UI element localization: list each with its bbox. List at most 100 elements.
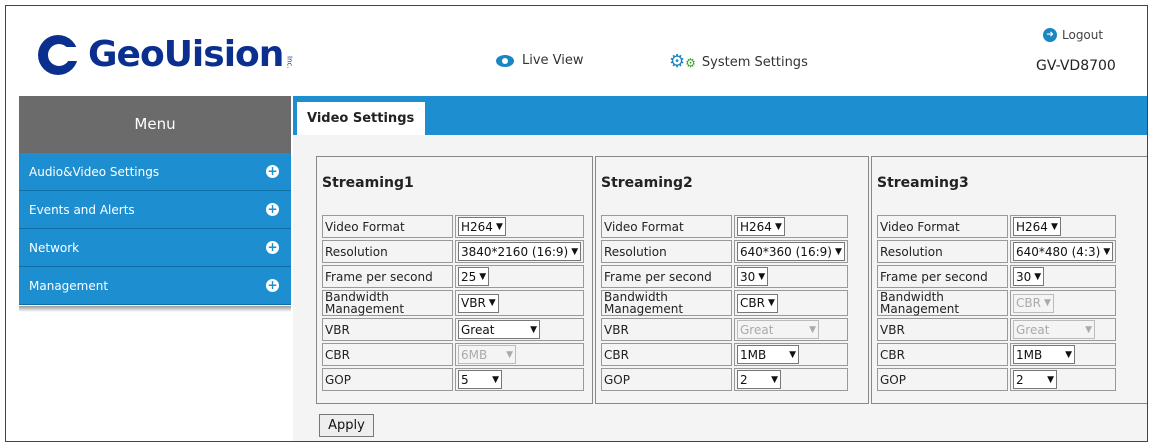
video-format-select[interactable]: H264 ▼ [737, 217, 785, 236]
resolution-label: Resolution [322, 240, 453, 263]
chevron-down-icon: ▼ [1103, 246, 1111, 257]
fps-label: Frame per second [877, 265, 1008, 288]
gop-label: GOP [877, 368, 1008, 391]
sidebar-item-audio-video[interactable]: Audio&Video Settings + [19, 153, 291, 191]
stream-settings-table: Video Format H264 ▼ Resolution 3840*2160 … [320, 213, 586, 393]
live-view-label: Live View [522, 53, 584, 68]
menu-header: Menu [19, 96, 291, 153]
chevron-down-icon: ▼ [1085, 324, 1092, 335]
device-name: GV-VD8700 [1036, 58, 1116, 74]
stream-title: Streaming2 [601, 175, 693, 191]
browser-frame: GeoUision Inc. Live View ⚙⚙ System Setti… [5, 5, 1148, 442]
bandwidth-label: Bandwidth Management [877, 290, 1008, 316]
chevron-down-icon: ▼ [492, 374, 499, 385]
chevron-down-icon: ▼ [758, 271, 766, 282]
sidebar-item-network[interactable]: Network + [19, 229, 291, 267]
cbr-select: 6MB ▼ [458, 345, 516, 364]
system-settings-link[interactable]: ⚙⚙ System Settings [669, 53, 808, 71]
eye-icon [496, 54, 514, 67]
gop-select[interactable]: 2 ▼ [1013, 370, 1057, 389]
gop-label: GOP [322, 368, 453, 391]
resolution-select[interactable]: 640*360 (16:9) ▼ [737, 242, 845, 261]
bandwidth-label: Bandwidth Management [322, 290, 453, 316]
system-settings-label: System Settings [701, 54, 808, 70]
logout-link[interactable]: ➜ Logout [1043, 28, 1103, 42]
stream-title: Streaming3 [877, 175, 969, 191]
tab-video-settings[interactable]: Video Settings [297, 102, 425, 135]
fps-select[interactable]: 30 ▼ [1013, 267, 1045, 286]
brand-name: GeoUision [88, 34, 284, 75]
sidebar-item-events-alerts[interactable]: Events and Alerts + [19, 191, 291, 229]
resolution-select[interactable]: 640*480 (4:3) ▼ [1013, 242, 1114, 261]
bandwidth-select[interactable]: VBR ▼ [458, 293, 499, 313]
cbr-label: CBR [322, 343, 453, 366]
cbr-select[interactable]: 1MB ▼ [737, 345, 799, 364]
resolution-label: Resolution [877, 240, 1008, 263]
chevron-down-icon: ▼ [495, 221, 503, 232]
video-format-label: Video Format [601, 215, 732, 238]
streaming2-panel: Streaming2 Video Format H264 ▼ Resolution… [595, 156, 869, 404]
expand-plus-icon: + [266, 278, 279, 292]
bandwidth-select[interactable]: CBR ▼ [737, 293, 778, 313]
expand-plus-icon: + [266, 164, 279, 178]
vbr-select: Great ▼ [737, 320, 819, 339]
live-view-link[interactable]: Live View [496, 53, 584, 68]
sidebar-item-management[interactable]: Management + [19, 267, 291, 305]
resolution-select[interactable]: 3840*2160 (16:9) ▼ [458, 242, 582, 261]
chevron-down-icon: ▼ [789, 349, 796, 360]
apply-button[interactable]: Apply [319, 414, 374, 437]
sidebar-item-label: Management [29, 279, 109, 293]
stream-title: Streaming1 [322, 175, 414, 191]
gop-select[interactable]: 2 ▼ [737, 370, 781, 389]
video-format-select[interactable]: H264 ▼ [458, 217, 506, 236]
chevron-down-icon: ▼ [571, 246, 579, 257]
sidebar-shadow [19, 306, 291, 312]
chevron-down-icon: ▼ [1050, 221, 1058, 232]
gop-label: GOP [601, 368, 732, 391]
video-format-select[interactable]: H264 ▼ [1013, 217, 1061, 236]
vbr-select[interactable]: Great ▼ [458, 320, 540, 339]
sidebar-item-label: Network [29, 241, 80, 255]
chevron-down-icon: ▼ [479, 271, 487, 282]
cbr-label: CBR [877, 343, 1008, 366]
chevron-down-icon: ▼ [809, 324, 816, 335]
chevron-down-icon: ▼ [1065, 349, 1072, 360]
geovision-logo: GeoUision Inc. [38, 30, 293, 80]
streaming3-panel: Streaming3 Video Format H264 ▼ Resolution… [871, 156, 1147, 404]
streaming1-panel: Streaming1 Video Format H264 ▼ Resolution… [316, 156, 593, 404]
stream-settings-table: Video Format H264 ▼ Resolution 640*480 (4… [875, 213, 1118, 393]
logout-icon: ➜ [1043, 28, 1057, 42]
gop-select[interactable]: 5 ▼ [458, 370, 502, 389]
chevron-down-icon: ▼ [771, 374, 778, 385]
logo-mark-icon [38, 35, 80, 75]
cbr-select[interactable]: 1MB ▼ [1013, 345, 1075, 364]
video-format-label: Video Format [322, 215, 453, 238]
vbr-select: Great ▼ [1013, 320, 1095, 339]
gear-icon: ⚙⚙ [669, 51, 696, 72]
sidebar-item-label: Events and Alerts [29, 203, 135, 217]
sidebar-item-label: Audio&Video Settings [29, 165, 160, 179]
chevron-down-icon: ▼ [774, 221, 782, 232]
chevron-down-icon: ▼ [506, 349, 513, 360]
chevron-down-icon: ▼ [1034, 271, 1042, 282]
resolution-label: Resolution [601, 240, 732, 263]
expand-plus-icon: + [266, 202, 279, 216]
vbr-label: VBR [322, 318, 453, 341]
chevron-down-icon: ▼ [1043, 298, 1051, 308]
expand-plus-icon: + [266, 240, 279, 254]
bandwidth-label: Bandwidth Management [601, 290, 732, 316]
chevron-down-icon: ▼ [1047, 374, 1054, 385]
fps-label: Frame per second [601, 265, 732, 288]
video-format-label: Video Format [877, 215, 1008, 238]
fps-select[interactable]: 25 ▼ [458, 267, 490, 286]
stream-settings-table: Video Format H264 ▼ Resolution 640*360 (1… [599, 213, 850, 393]
vbr-label: VBR [601, 318, 732, 341]
chevron-down-icon: ▼ [767, 298, 775, 308]
brand-suffix: Inc. [285, 55, 294, 69]
chevron-down-icon: ▼ [488, 298, 496, 308]
fps-label: Frame per second [322, 265, 453, 288]
fps-select[interactable]: 30 ▼ [737, 267, 769, 286]
chevron-down-icon: ▼ [834, 246, 842, 257]
chevron-down-icon: ▼ [530, 324, 537, 335]
cbr-label: CBR [601, 343, 732, 366]
